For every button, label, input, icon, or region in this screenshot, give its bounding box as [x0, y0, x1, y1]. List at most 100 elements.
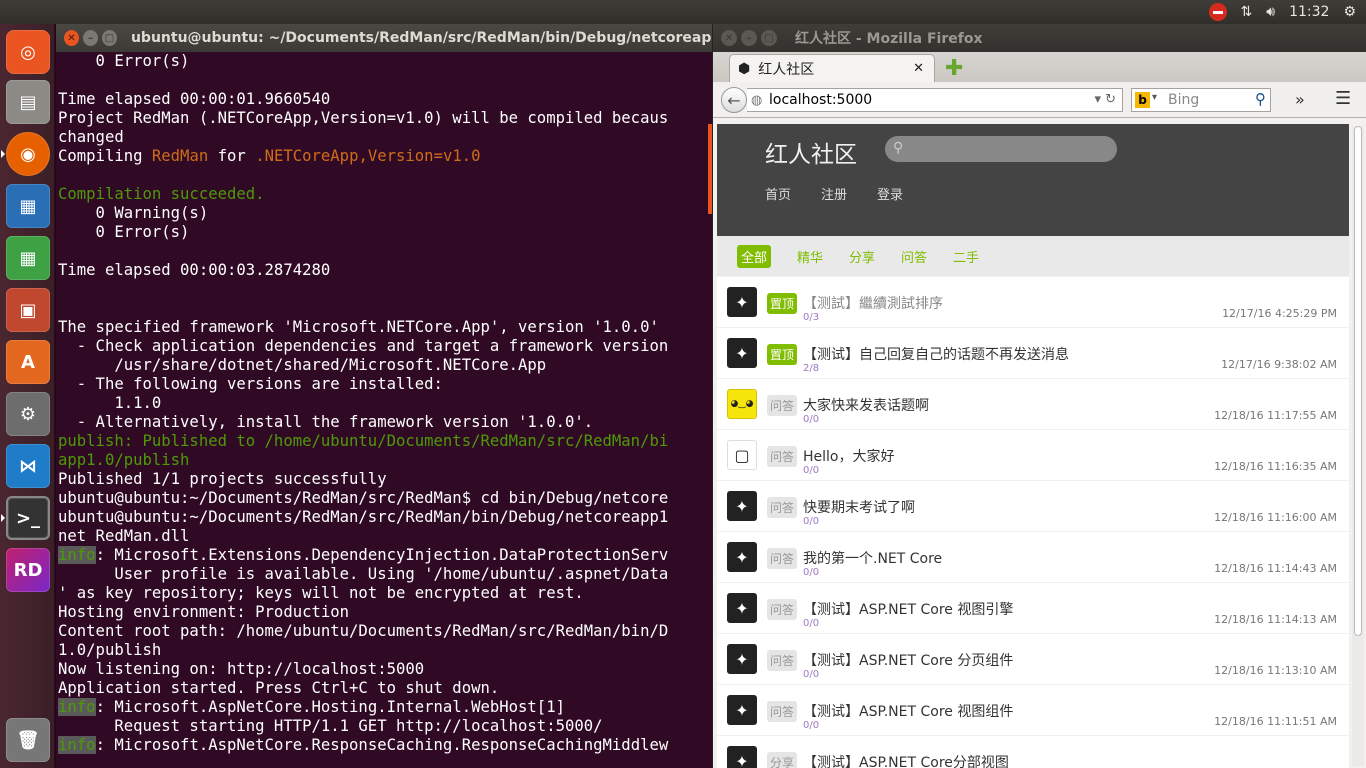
minimize-icon[interactable]: –: [82, 30, 98, 46]
nav-register[interactable]: 注册: [821, 184, 847, 203]
search-icon[interactable]: ⚲: [1255, 90, 1266, 108]
trash-icon[interactable]: 🗑︎: [6, 718, 50, 762]
avatar[interactable]: ✦: [727, 338, 757, 368]
search-placeholder: Bing: [1168, 92, 1200, 108]
writer-icon[interactable]: ▦: [6, 184, 50, 228]
terminal-line: Published 1/1 projects successfully: [58, 470, 387, 488]
page-scrollbar[interactable]: [1352, 126, 1364, 766]
terminal-line: 1.0/publish: [58, 641, 162, 659]
topic-title[interactable]: 快要期末考试了啊: [803, 497, 915, 517]
maximize-icon[interactable]: □: [101, 30, 117, 46]
topic-row[interactable]: ✦ 问答 我的第一个.NET Core 0/0 12/18/16 11:14:43 AM: [717, 531, 1349, 582]
software-center-icon[interactable]: A: [6, 340, 50, 384]
clock[interactable]: 11:32: [1289, 4, 1329, 20]
network-icon[interactable]: ⇅: [1241, 4, 1253, 20]
menu-icon[interactable]: ☰: [1335, 88, 1351, 109]
terminal-line: net RedMan.dll: [58, 527, 190, 545]
avatar[interactable]: ✦: [727, 695, 757, 725]
rider-icon[interactable]: RD: [6, 548, 50, 592]
topic-row[interactable]: ✦ 分享 【测试】ASP.NET Core分部视图: [717, 735, 1349, 768]
maximize-icon[interactable]: □: [761, 30, 777, 46]
tab-ask[interactable]: 问答: [901, 247, 927, 266]
tab-share[interactable]: 分享: [849, 247, 875, 266]
topic-row[interactable]: ✦ 问答 【测试】ASP.NET Core 分页组件 0/0 12/18/16 11:1…: [717, 633, 1349, 684]
impress-icon[interactable]: ▣: [6, 288, 50, 332]
terminal-output[interactable]: 0 Error(s) Time elapsed 00:00:01.9660540…: [56, 52, 712, 755]
topic-row[interactable]: ✦ 问答 【测试】ASP.NET Core 视图引擎 0/0 12/18/16 11:1…: [717, 582, 1349, 633]
topic-title[interactable]: 我的第一个.NET Core: [803, 548, 942, 568]
search-icon: ⚲: [893, 140, 904, 156]
terminal-line: - Check application dependencies and tar…: [58, 337, 669, 355]
terminal-icon[interactable]: >_: [6, 496, 50, 540]
terminal-text: for: [208, 147, 256, 165]
topic-title[interactable]: Hello，大家好: [803, 446, 895, 466]
gear-icon[interactable]: ⚙: [1343, 4, 1356, 20]
terminal-text: : Microsoft.AspNetCore.Hosting.Internal.…: [95, 698, 565, 716]
settings-icon[interactable]: ⚙: [6, 392, 50, 436]
overflow-icon[interactable]: »: [1295, 90, 1305, 109]
avatar[interactable]: ✦: [727, 746, 757, 768]
topic-row[interactable]: ✦ 问答 快要期末考试了啊 0/0 12/18/16 11:16:00 AM: [717, 480, 1349, 531]
search-bar[interactable]: b ▾ Bing ⚲: [1131, 88, 1271, 112]
new-tab-icon[interactable]: ✚: [945, 56, 963, 81]
url-text: localhost:5000: [769, 92, 873, 108]
avatar[interactable]: ◕‿◕: [727, 389, 757, 419]
avatar[interactable]: ▢: [727, 440, 757, 470]
topic-title[interactable]: 【测试】ASP.NET Core 视图组件: [803, 701, 1013, 721]
dropdown-icon[interactable]: ▾: [1152, 92, 1157, 103]
firefox-titlebar[interactable]: ✕ – □ 红人社区 - Mozilla Firefox: [713, 24, 1366, 52]
globe-icon: ◍: [751, 93, 763, 108]
back-button[interactable]: ←: [721, 87, 747, 113]
topic-row[interactable]: ✦ 问答 【测试】ASP.NET Core 视图组件 0/0 12/18/16 11:1…: [717, 684, 1349, 735]
avatar[interactable]: ✦: [727, 542, 757, 572]
tab-good[interactable]: 精华: [797, 247, 823, 266]
reply-count: 0/0: [803, 720, 820, 731]
terminal-text: RedMan: [151, 147, 209, 165]
ubuntu-dash-icon[interactable]: ◎: [6, 30, 50, 74]
close-icon[interactable]: ✕: [64, 30, 79, 46]
scrollbar-thumb[interactable]: [1354, 126, 1362, 636]
volume-icon[interactable]: 🔊︎: [1266, 4, 1275, 20]
topic-badge: 问答: [767, 650, 798, 671]
tab-secondhand[interactable]: 二手: [953, 247, 979, 266]
terminal-line: The specified framework 'Microsoft.NETCo…: [58, 318, 659, 336]
nav-home[interactable]: 首页: [765, 184, 791, 203]
info-tag: info: [58, 546, 96, 564]
nav-login[interactable]: 登录: [877, 184, 903, 203]
close-icon[interactable]: ✕: [721, 30, 737, 46]
topic-row[interactable]: ✦ 置顶 【测試】繼續測試排序 0/3 12/17/16 4:25:29 PM: [717, 276, 1349, 327]
topic-title[interactable]: 【测试】ASP.NET Core 分页组件: [803, 650, 1013, 670]
site-search-input[interactable]: ⚲: [885, 136, 1117, 162]
terminal-titlebar[interactable]: ✕ – □ ubuntu@ubuntu: ~/Documents/RedMan/…: [56, 24, 712, 52]
minimize-icon[interactable]: –: [741, 30, 757, 46]
avatar[interactable]: ✦: [727, 287, 757, 317]
topic-title[interactable]: 【测试】ASP.NET Core 视图引擎: [803, 599, 1013, 619]
avatar[interactable]: ✦: [727, 593, 757, 623]
browser-tab[interactable]: ⬢ 红人社区 ✕: [729, 54, 935, 82]
files-icon[interactable]: ▤: [6, 80, 50, 124]
terminal-window[interactable]: ✕ – □ ubuntu@ubuntu: ~/Documents/RedMan/…: [56, 24, 712, 768]
topic-title[interactable]: 【测试】ASP.NET Core分部视图: [803, 752, 1009, 768]
topic-title[interactable]: 【测試】繼續測試排序: [803, 293, 943, 313]
tab-all[interactable]: 全部: [737, 245, 772, 268]
no-entry-icon[interactable]: [1208, 3, 1227, 21]
reload-icon[interactable]: ▾ ↻: [1094, 92, 1116, 107]
avatar[interactable]: ✦: [727, 644, 757, 674]
site-brand[interactable]: 红人社区: [765, 135, 857, 169]
topic-row[interactable]: ◕‿◕ 问答 大家快来发表话题啊 0/0 12/18/16 11:17:55 AM: [717, 378, 1349, 429]
topic-row[interactable]: ✦ 置顶 【测试】自己回复自己的话题不再发送消息 2/8 12/17/16 9:38:0…: [717, 327, 1349, 378]
topic-title[interactable]: 【测试】自己回复自己的话题不再发送消息: [803, 344, 1069, 364]
url-bar[interactable]: ◍ localhost:5000 ▾ ↻: [747, 88, 1123, 112]
firefox-window[interactable]: ✕ – □ 红人社区 - Mozilla Firefox ⬢ 红人社区 ✕ ✚ …: [712, 24, 1366, 768]
topic-badge: 问答: [767, 599, 798, 620]
avatar[interactable]: ✦: [727, 491, 757, 521]
topic-row[interactable]: ▢ 问答 Hello，大家好 0/0 12/18/16 11:16:35 AM: [717, 429, 1349, 480]
close-tab-icon[interactable]: ✕: [913, 61, 924, 76]
terminal-line: 1.1.0: [58, 394, 162, 412]
bing-icon[interactable]: b: [1135, 92, 1150, 108]
topic-title[interactable]: 大家快来发表话题啊: [803, 395, 929, 415]
calc-icon[interactable]: ▦: [6, 236, 50, 280]
firefox-icon[interactable]: ◉: [6, 132, 50, 176]
vscode-icon[interactable]: ⋈: [6, 444, 50, 488]
reply-count: 0/3: [803, 312, 820, 323]
